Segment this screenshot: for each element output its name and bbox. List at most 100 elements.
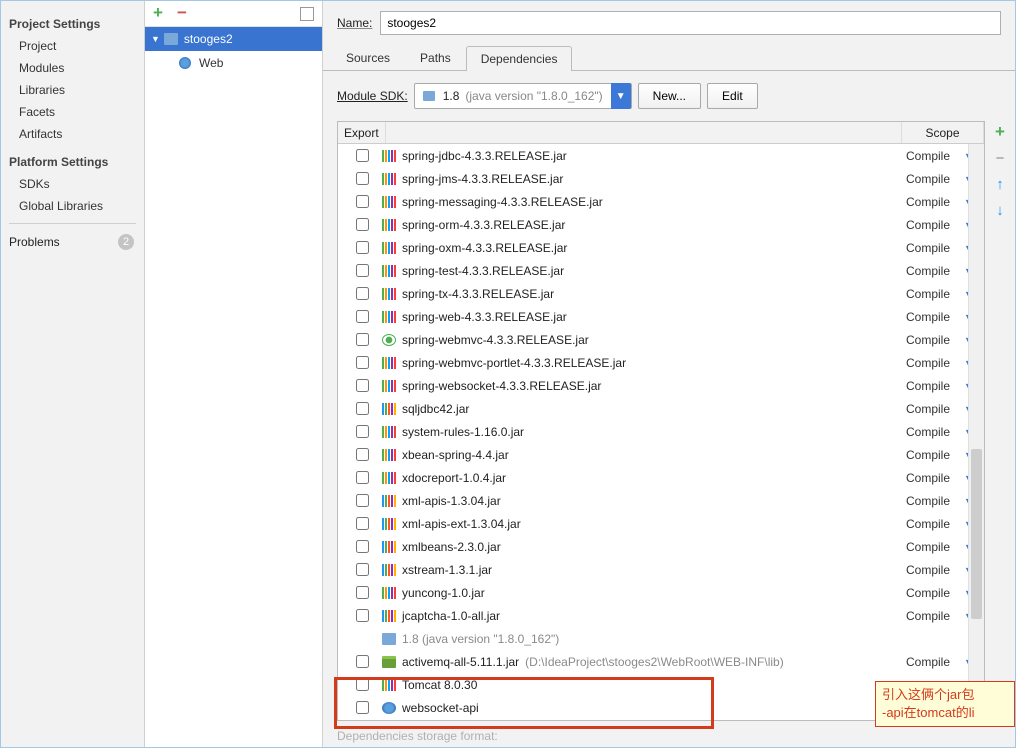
export-checkbox[interactable] bbox=[356, 563, 369, 576]
table-row[interactable]: xmlbeans-2.3.0.jarCompile▼ bbox=[338, 535, 984, 558]
table-row[interactable]: spring-oxm-4.3.3.RELEASE.jarCompile▼ bbox=[338, 236, 984, 259]
sidebar-item-global-libraries[interactable]: Global Libraries bbox=[1, 195, 144, 217]
export-checkbox[interactable] bbox=[356, 540, 369, 553]
scope-cell[interactable]: Compile bbox=[902, 379, 964, 393]
scope-cell[interactable]: Compile bbox=[902, 586, 964, 600]
scroll-thumb[interactable] bbox=[971, 449, 982, 619]
sidebar-item-libraries[interactable]: Libraries bbox=[1, 79, 144, 101]
edit-sdk-button[interactable]: Edit bbox=[707, 83, 758, 109]
table-row[interactable]: spring-jdbc-4.3.3.RELEASE.jarCompile▼ bbox=[338, 144, 984, 167]
export-checkbox[interactable] bbox=[356, 218, 369, 231]
export-checkbox[interactable] bbox=[356, 287, 369, 300]
export-checkbox[interactable] bbox=[356, 149, 369, 162]
col-scope[interactable]: Scope bbox=[902, 122, 984, 143]
table-row[interactable]: spring-messaging-4.3.3.RELEASE.jarCompil… bbox=[338, 190, 984, 213]
scope-cell[interactable]: Compile bbox=[902, 402, 964, 416]
export-checkbox[interactable] bbox=[356, 241, 369, 254]
scope-cell[interactable]: Compile bbox=[902, 471, 964, 485]
export-checkbox[interactable] bbox=[356, 471, 369, 484]
tree-child-web[interactable]: Web bbox=[145, 51, 322, 75]
table-row[interactable]: spring-webmvc-4.3.3.RELEASE.jarCompile▼ bbox=[338, 328, 984, 351]
move-up-button[interactable]: ↑ bbox=[991, 175, 1009, 193]
table-row[interactable]: xbean-spring-4.4.jarCompile▼ bbox=[338, 443, 984, 466]
table-row[interactable]: spring-tx-4.3.3.RELEASE.jarCompile▼ bbox=[338, 282, 984, 305]
tab-paths[interactable]: Paths bbox=[405, 45, 466, 70]
table-scrollbar[interactable] bbox=[968, 144, 984, 720]
export-checkbox[interactable] bbox=[356, 678, 369, 691]
expand-arrow-icon[interactable]: ▼ bbox=[151, 34, 160, 44]
tab-sources[interactable]: Sources bbox=[331, 45, 405, 70]
add-dependency-button[interactable]: + bbox=[991, 123, 1009, 141]
scope-cell[interactable]: Compile bbox=[902, 172, 964, 186]
copy-module-icon[interactable] bbox=[300, 7, 314, 21]
table-row[interactable]: xstream-1.3.1.jarCompile▼ bbox=[338, 558, 984, 581]
module-sdk-combo[interactable]: 1.8 (java version "1.8.0_162") ▼ bbox=[414, 83, 632, 109]
table-row[interactable]: xdocreport-1.0.4.jarCompile▼ bbox=[338, 466, 984, 489]
scope-cell[interactable]: Compile bbox=[902, 540, 964, 554]
scope-cell[interactable]: Compile bbox=[902, 195, 964, 209]
scope-cell[interactable]: Compile bbox=[902, 425, 964, 439]
export-checkbox[interactable] bbox=[356, 494, 369, 507]
table-row[interactable]: xml-apis-1.3.04.jarCompile▼ bbox=[338, 489, 984, 512]
sidebar-item-artifacts[interactable]: Artifacts bbox=[1, 123, 144, 145]
table-row[interactable]: system-rules-1.16.0.jarCompile▼ bbox=[338, 420, 984, 443]
table-row[interactable]: spring-test-4.3.3.RELEASE.jarCompile▼ bbox=[338, 259, 984, 282]
table-row[interactable]: xml-apis-ext-1.3.04.jarCompile▼ bbox=[338, 512, 984, 535]
new-sdk-button[interactable]: New... bbox=[638, 83, 701, 109]
export-checkbox[interactable] bbox=[356, 448, 369, 461]
table-row[interactable]: spring-jms-4.3.3.RELEASE.jarCompile▼ bbox=[338, 167, 984, 190]
table-row[interactable]: spring-orm-4.3.3.RELEASE.jarCompile▼ bbox=[338, 213, 984, 236]
table-row[interactable]: jcaptcha-1.0-all.jarCompile▼ bbox=[338, 604, 984, 627]
scope-cell[interactable]: Compile bbox=[902, 241, 964, 255]
sdk-dropdown-icon[interactable]: ▼ bbox=[611, 83, 631, 109]
move-down-button[interactable]: ↓ bbox=[991, 201, 1009, 219]
sidebar-item-modules[interactable]: Modules bbox=[1, 57, 144, 79]
export-checkbox[interactable] bbox=[356, 655, 369, 668]
export-checkbox[interactable] bbox=[356, 172, 369, 185]
export-checkbox[interactable] bbox=[356, 379, 369, 392]
sidebar-item-problems[interactable]: Problems 2 bbox=[1, 230, 144, 254]
table-row[interactable]: 1.8 (java version "1.8.0_162") bbox=[338, 627, 984, 650]
tree-root[interactable]: ▼ stooges2 bbox=[145, 27, 322, 51]
export-checkbox[interactable] bbox=[356, 310, 369, 323]
scope-cell[interactable]: Compile bbox=[902, 563, 964, 577]
scope-cell[interactable]: Compile bbox=[902, 448, 964, 462]
export-checkbox[interactable] bbox=[356, 402, 369, 415]
scope-cell[interactable]: Compile bbox=[902, 333, 964, 347]
export-checkbox[interactable] bbox=[356, 264, 369, 277]
col-export[interactable]: Export bbox=[338, 122, 386, 143]
scope-cell[interactable]: Compile bbox=[902, 494, 964, 508]
export-checkbox[interactable] bbox=[356, 609, 369, 622]
table-row[interactable]: activemq-all-5.11.1.jar (D:\IdeaProject\… bbox=[338, 650, 984, 673]
bars2-icon bbox=[382, 564, 396, 576]
scope-cell[interactable]: Compile bbox=[902, 149, 964, 163]
tab-dependencies[interactable]: Dependencies bbox=[466, 46, 573, 71]
export-checkbox[interactable] bbox=[356, 586, 369, 599]
export-checkbox[interactable] bbox=[356, 356, 369, 369]
add-module-icon[interactable]: + bbox=[153, 7, 167, 21]
scope-cell[interactable]: Compile bbox=[902, 356, 964, 370]
table-row[interactable]: spring-websocket-4.3.3.RELEASE.jarCompil… bbox=[338, 374, 984, 397]
sidebar-item-project[interactable]: Project bbox=[1, 35, 144, 57]
export-checkbox[interactable] bbox=[356, 517, 369, 530]
table-row[interactable]: yuncong-1.0.jarCompile▼ bbox=[338, 581, 984, 604]
table-row[interactable]: sqljdbc42.jarCompile▼ bbox=[338, 397, 984, 420]
export-checkbox[interactable] bbox=[356, 333, 369, 346]
module-name-input[interactable] bbox=[380, 11, 1001, 35]
scope-cell[interactable]: Compile bbox=[902, 310, 964, 324]
scope-cell[interactable]: Compile bbox=[902, 264, 964, 278]
sidebar-item-facets[interactable]: Facets bbox=[1, 101, 144, 123]
table-row[interactable]: spring-web-4.3.3.RELEASE.jarCompile▼ bbox=[338, 305, 984, 328]
export-checkbox[interactable] bbox=[356, 701, 369, 714]
scope-cell[interactable]: Compile bbox=[902, 287, 964, 301]
table-row[interactable]: spring-webmvc-portlet-4.3.3.RELEASE.jarC… bbox=[338, 351, 984, 374]
scope-cell[interactable]: Compile bbox=[902, 517, 964, 531]
scope-cell[interactable]: Compile bbox=[902, 609, 964, 623]
remove-module-icon[interactable]: − bbox=[177, 7, 191, 21]
export-checkbox[interactable] bbox=[356, 425, 369, 438]
sidebar-item-sdks[interactable]: SDKs bbox=[1, 173, 144, 195]
export-checkbox[interactable] bbox=[356, 195, 369, 208]
scope-cell[interactable]: Compile bbox=[902, 655, 964, 669]
remove-dependency-button[interactable]: − bbox=[991, 149, 1009, 167]
scope-cell[interactable]: Compile bbox=[902, 218, 964, 232]
